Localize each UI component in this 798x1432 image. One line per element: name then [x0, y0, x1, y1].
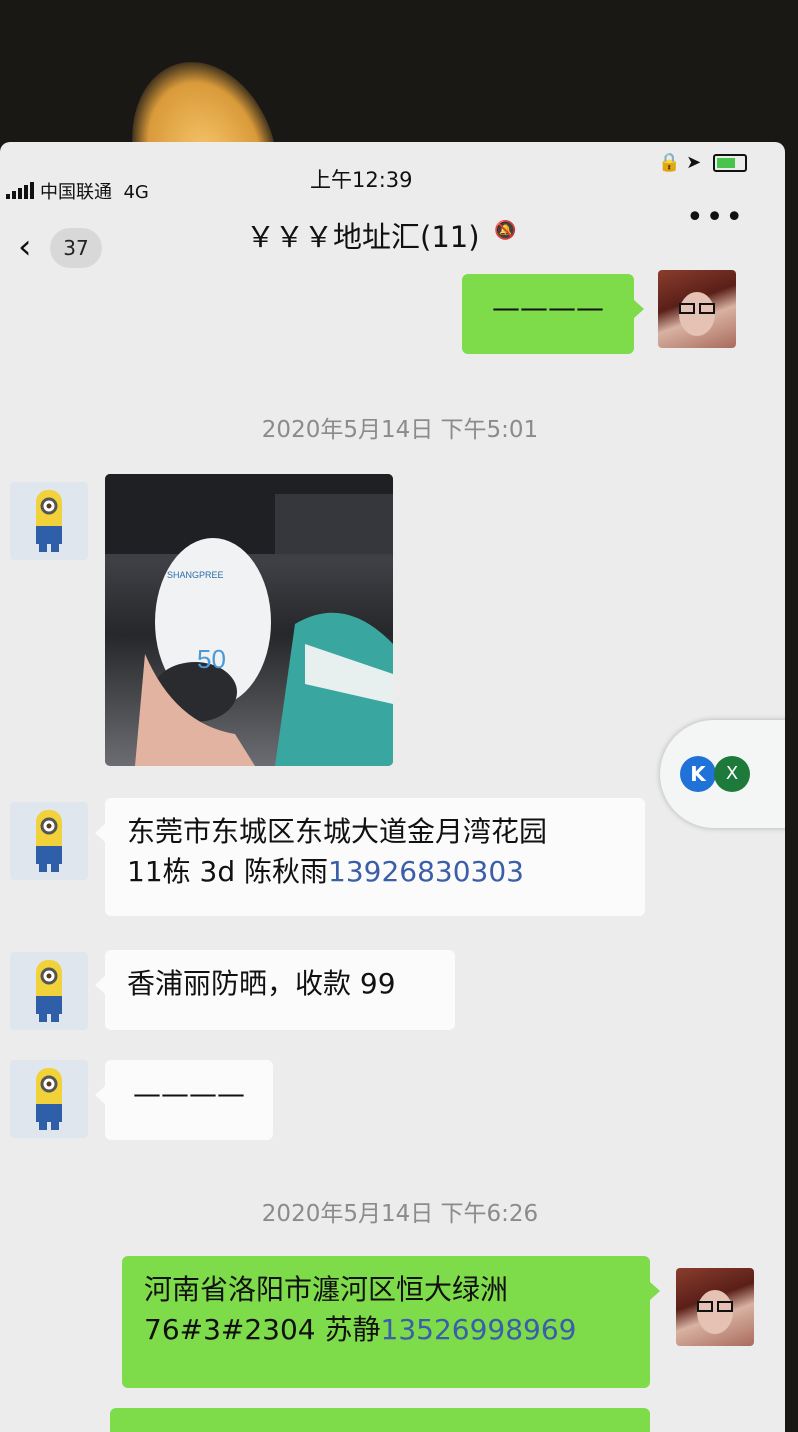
timestamp: 2020年5月14日 下午5:01	[261, 417, 539, 443]
minion-avatar-image	[36, 1068, 62, 1130]
avatar-image	[679, 292, 715, 336]
avatar-self[interactable]	[658, 270, 736, 348]
close-icon[interactable]: X	[714, 756, 750, 792]
chat-title: ￥￥￥地址汇(11)	[246, 220, 480, 254]
message-line: 11栋 3d 陈秋雨13926830303	[127, 855, 524, 888]
product-brand: SHANGPREE	[167, 570, 224, 580]
unread-count-badge[interactable]: 37	[50, 228, 102, 268]
message-bubble-outgoing[interactable]: 河南省洛阳市瀍河区恒大绿洲 76#3#2304 苏静13526998969	[122, 1256, 660, 1388]
signal-icon	[6, 178, 36, 199]
timestamp: 2020年5月14日 下午6:26	[261, 1201, 539, 1227]
avatar-minion[interactable]	[10, 952, 88, 1030]
back-button[interactable]: ‹	[18, 230, 32, 264]
message-bubble-incoming[interactable]: 东莞市东城区东城大道金月湾花园 11栋 3d 陈秋雨13926830303	[95, 798, 645, 916]
avatar-self[interactable]	[676, 1268, 754, 1346]
sunscreen-photo: SHANGPREE 50	[105, 474, 393, 766]
phone-link[interactable]: 13926830303	[328, 855, 524, 888]
clock: 上午12:39	[310, 168, 413, 192]
message-line: 东莞市东城区东城大道金月湾花园	[127, 815, 548, 848]
minion-avatar-image	[36, 810, 62, 872]
message-line: 河南省洛阳市瀍河区恒大绿洲	[144, 1273, 509, 1306]
battery-icon	[713, 154, 747, 172]
network-label: 4G	[123, 182, 149, 203]
message-bubble-outgoing[interactable]: ————	[462, 274, 644, 354]
image-message[interactable]: SHANGPREE 50	[105, 474, 393, 766]
phone-screen: 中国联通 4G 上午12:39 🔒 ➤ ‹ 37 ￥￥￥地址汇(11) 🔕 ••…	[0, 142, 785, 1432]
message-bubble-outgoing-partial[interactable]	[110, 1408, 650, 1432]
product-spf: 50	[197, 644, 226, 674]
more-icon: •••	[686, 200, 746, 235]
carrier-label: 中国联通 4G	[40, 182, 149, 203]
message-bubble-incoming[interactable]: 香浦丽防晒，收款 99	[95, 950, 455, 1030]
location-icon: ➤	[686, 152, 702, 173]
minion-avatar-image	[36, 490, 62, 552]
avatar-minion[interactable]	[10, 482, 88, 560]
phone-link[interactable]: 13526998969	[381, 1313, 577, 1346]
floating-widget[interactable]: K X	[660, 720, 785, 828]
chevron-left-icon: ‹	[18, 227, 32, 267]
message-text: ————	[492, 291, 604, 324]
status-icons: 🔒 ➤	[658, 152, 747, 173]
avatar-minion[interactable]	[10, 802, 88, 880]
avatar-image	[697, 1290, 733, 1334]
message-bubble-incoming[interactable]: ————	[95, 1060, 273, 1140]
message-text: ————	[133, 1077, 245, 1110]
bell-muted-icon: 🔕	[494, 220, 517, 241]
app-logo-icon[interactable]: K	[680, 756, 716, 792]
more-button[interactable]: •••	[686, 200, 745, 235]
avatar-minion[interactable]	[10, 1060, 88, 1138]
message-line: 76#3#2304 苏静13526998969	[144, 1313, 577, 1346]
message-text: 香浦丽防晒，收款 99	[127, 967, 396, 1000]
status-bar: 中国联通 4G 上午12:39 🔒 ➤	[0, 142, 785, 203]
rotation-lock-icon: 🔒	[658, 152, 681, 173]
minion-avatar-image	[36, 960, 62, 1022]
